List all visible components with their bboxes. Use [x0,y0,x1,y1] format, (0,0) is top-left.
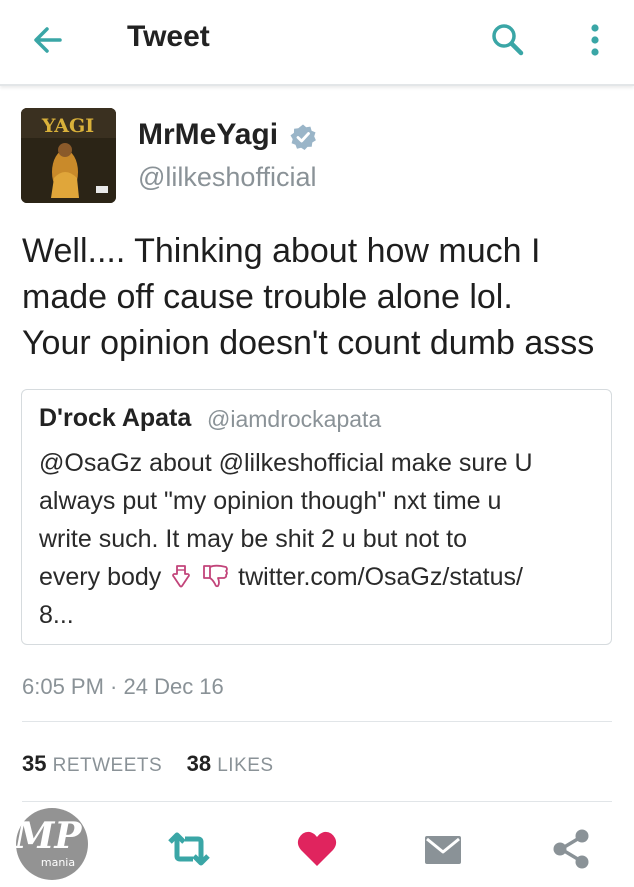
like-button[interactable] [294,826,340,872]
engagement-stats: 35 RETWEETS 38 LIKES [22,751,274,777]
more-vertical-icon [591,24,599,56]
likes-stat[interactable]: 38 LIKES [187,751,274,776]
likes-count: 38 [186,751,212,776]
search-icon [492,24,524,56]
watermark-logo: MP mania [13,808,88,880]
quoted-author-name: D'rock Apata [39,404,192,432]
tweet-line: made off cause trouble alone lol. [22,278,513,316]
quoted-link[interactable]: twitter.com/OsaGz/status/ [238,563,523,591]
heart-icon [297,831,337,866]
quoted-line: always put "my opinion though" nxt time … [39,487,502,515]
quoted-line: @OsaGz about @lilkeshofficial make sure … [39,449,533,477]
tweet-line: Well.... Thinking about how much I [22,232,541,270]
avatar[interactable]: YAGI [21,108,116,203]
quoted-line: 8... [39,601,74,629]
overflow-menu-button[interactable] [582,18,608,62]
back-button[interactable] [26,20,70,60]
tweet-text: Well.... Thinking about how much I made … [22,228,622,366]
retweets-count: 35 [22,751,47,776]
quoted-line: write such. It may be shit 2 u but not t… [39,525,467,553]
share-icon [553,829,589,869]
author-handle[interactable]: @lilkeshofficial [138,162,316,193]
watermark-subtext: mania [41,856,75,869]
pointing-down-icon [172,565,191,588]
search-button[interactable] [487,19,529,61]
retweet-button[interactable] [166,826,212,872]
app-bar: Tweet [0,0,634,86]
divider [22,721,612,722]
retweets-stat[interactable]: 35 RETWEETS [22,751,162,776]
likes-label: LIKES [217,755,274,776]
tweet-line: Your opinion doesn't count dumb asss [22,324,595,362]
verified-badge-icon [290,124,316,150]
quoted-tweet-text: @OsaGz about @lilkeshofficial make sure … [39,444,604,634]
quoted-tweet-card[interactable]: D'rock Apata @iamdrockapata @OsaGz about… [21,389,612,645]
arrow-left-icon [34,27,62,53]
album-art-image: YAGI [21,108,116,203]
quoted-author-handle: @iamdrockapata [207,406,382,432]
watermark-text: MP [13,815,83,857]
thumbs-down-icon [203,564,229,588]
tweet-timestamp: 6:05 PM · 24 Dec 16 [22,674,224,699]
author-display-name[interactable]: MrMeYagi [138,118,278,152]
message-icon [425,836,461,864]
retweets-label: RETWEETS [52,755,163,776]
quoted-line: every body twitter.com/OsaGz/status/ [39,558,604,596]
quoted-line-prefix: every body [39,563,162,591]
avatar-title: YAGI [41,115,94,137]
page-title: Tweet [127,20,210,53]
divider [22,801,612,802]
share-button[interactable] [548,826,594,872]
message-button[interactable] [420,826,466,872]
retweet-icon [168,832,210,866]
